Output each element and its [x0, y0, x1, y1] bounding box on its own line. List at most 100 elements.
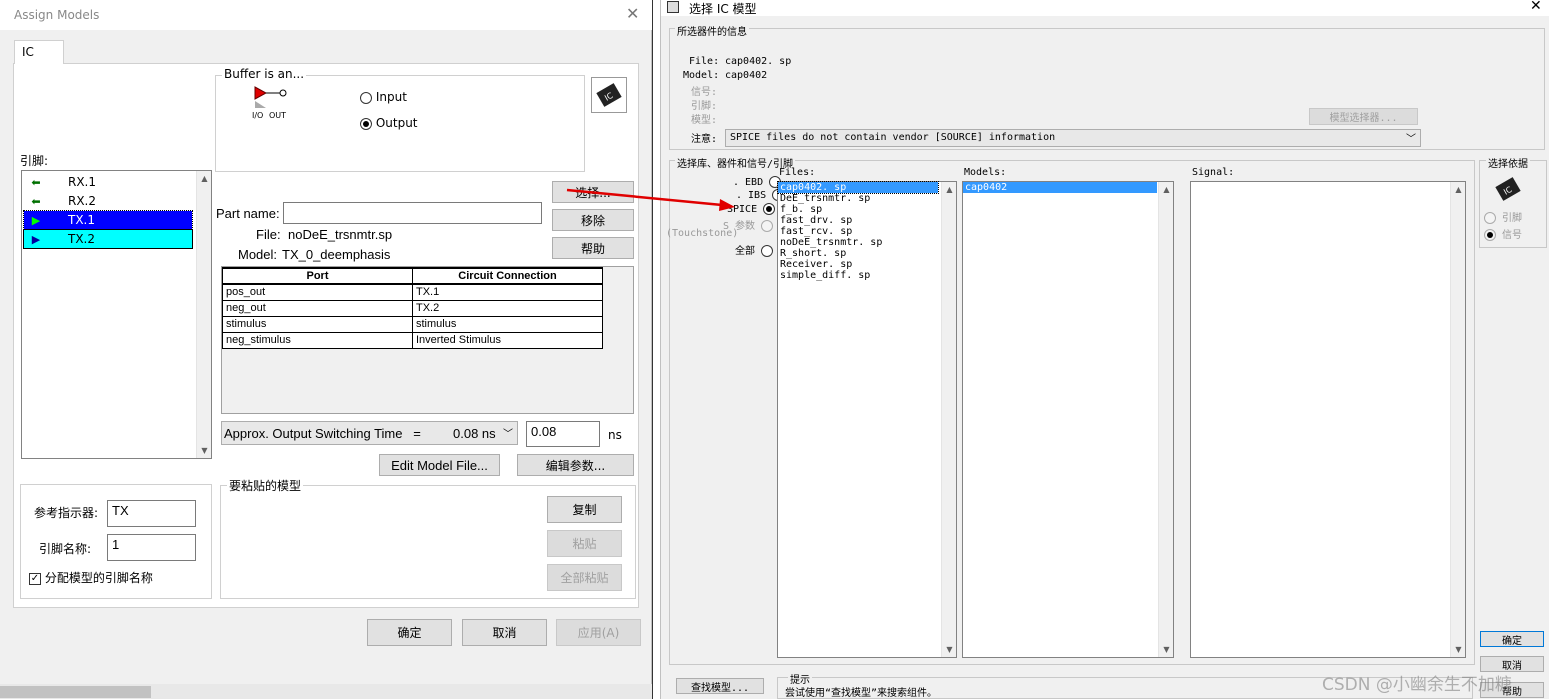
switch-time-select[interactable]: Approx. Output Switching Time = 0.08 ns …: [221, 421, 518, 445]
part-name-input[interactable]: [283, 202, 542, 224]
basis-pin-radio[interactable]: 引脚: [1484, 209, 1522, 224]
radio-input[interactable]: Input: [360, 90, 407, 104]
scroll-down-icon[interactable]: ▼: [1159, 642, 1174, 657]
radio-output-circle[interactable]: [360, 117, 372, 130]
radio-spice-circle[interactable]: [763, 203, 776, 215]
pin-item-rx2[interactable]: ⬅ RX.2: [24, 192, 192, 210]
background-strip: [652, 0, 660, 699]
ok-button[interactable]: 确定: [1480, 631, 1544, 647]
list-item[interactable]: cap0402: [963, 182, 1157, 193]
pins-label: 引脚:: [20, 154, 49, 168]
model-label: Model:: [238, 247, 278, 262]
list-item[interactable]: Receiver. sp: [778, 259, 956, 270]
radio-all-circle[interactable]: [761, 245, 774, 257]
radio-input-circle[interactable]: [360, 91, 372, 104]
edit-params-button[interactable]: 编辑参数...: [517, 454, 634, 476]
hint-text: 尝试使用“查找模型”来搜索组件。: [785, 688, 938, 699]
ref-input[interactable]: TX: [107, 500, 196, 527]
buffer-out-icon: ▶: [31, 213, 41, 227]
list-item[interactable]: simple_diff. sp: [778, 270, 956, 281]
list-item[interactable]: R_short. sp: [778, 248, 956, 259]
edit-model-file-button[interactable]: Edit Model File...: [379, 454, 500, 476]
files-scrollbar[interactable]: ▲ ▼: [941, 182, 956, 657]
models-scrollbar[interactable]: ▲ ▼: [1158, 182, 1173, 657]
files-list[interactable]: cap0402. sp DeE_trsnmtr. sp f_b. sp fast…: [777, 181, 957, 658]
part-name-label: Part name:: [216, 206, 280, 221]
list-item[interactable]: noDeE_trsnmtr. sp: [778, 237, 956, 248]
radio-all[interactable]: 全部: [735, 242, 774, 257]
scrollbar-thumb[interactable]: [0, 686, 151, 698]
file-label: File:: [256, 227, 281, 242]
paste-button[interactable]: 粘贴: [547, 530, 622, 557]
buffer-symbol-icon: [252, 86, 292, 108]
note-dropdown[interactable]: SPICE files do not contain vendor [SOURC…: [725, 129, 1421, 147]
radio-circle[interactable]: [1484, 229, 1496, 241]
switch-time-unit: ns: [608, 428, 622, 442]
pin-item-tx2[interactable]: ▶ TX.2: [23, 229, 193, 249]
signal-label: Signal:: [1192, 167, 1235, 178]
models-list[interactable]: cap0402 ▲ ▼: [962, 181, 1174, 658]
scroll-up-icon[interactable]: ▲: [1451, 182, 1466, 197]
pins-scrollbar[interactable]: ▲ ▼: [196, 171, 211, 458]
select-button[interactable]: 选择...: [552, 181, 634, 203]
table-row[interactable]: stimulus stimulus: [222, 315, 603, 333]
ok-button[interactable]: 确定: [367, 619, 452, 646]
list-item[interactable]: DeE_trsnmtr. sp: [778, 193, 956, 204]
radio-ebd[interactable]: . EBD: [733, 176, 782, 188]
close-icon[interactable]: ✕: [1530, 0, 1542, 14]
circuit-header[interactable]: Circuit Connection: [412, 267, 603, 285]
scroll-up-icon[interactable]: ▲: [1159, 182, 1174, 197]
arrow-left-icon: ⬅: [31, 175, 41, 189]
radio-spice[interactable]: SPICE: [727, 203, 776, 215]
assign-models-dialog: Assign Models ✕ IC Buffer is an... I/O O…: [0, 0, 652, 699]
scroll-up-icon[interactable]: ▲: [942, 182, 957, 197]
port-header[interactable]: Port: [222, 267, 413, 285]
radio-circle[interactable]: [1484, 212, 1496, 224]
select-ic-model-dialog: 选择 IC 模型 ✕ 所选器件的信息 File: cap0402. sp Mod…: [660, 0, 1549, 699]
close-icon[interactable]: ✕: [626, 4, 639, 23]
help-button[interactable]: 帮助: [552, 237, 634, 259]
scroll-up-icon[interactable]: ▲: [197, 171, 212, 186]
remove-button[interactable]: 移除: [552, 209, 634, 231]
buffer-group-label: Buffer is an...: [222, 67, 307, 81]
table-row[interactable]: neg_stimulus Inverted Stimulus: [222, 331, 603, 349]
signal-list[interactable]: ▲ ▼: [1190, 181, 1466, 658]
paste-all-button[interactable]: 全部粘贴: [547, 564, 622, 591]
scroll-down-icon[interactable]: ▼: [942, 642, 957, 657]
pin-name-input[interactable]: 1: [107, 534, 196, 561]
scroll-down-icon[interactable]: ▼: [197, 443, 212, 458]
table-row[interactable]: neg_out TX.2: [222, 299, 603, 317]
radio-s-params-circle[interactable]: [761, 220, 774, 232]
list-item[interactable]: fast_drv. sp: [778, 215, 956, 226]
switch-time-input[interactable]: 0.08: [526, 421, 600, 447]
basis-signal-radio[interactable]: 信号: [1484, 226, 1522, 241]
signal-scrollbar[interactable]: ▲ ▼: [1450, 182, 1465, 657]
info-model-value: cap0402: [725, 70, 768, 81]
tab-ic[interactable]: IC: [14, 40, 64, 64]
window-title: 选择 IC 模型: [689, 2, 757, 16]
cancel-button[interactable]: 取消: [462, 619, 547, 646]
pin-item-rx1[interactable]: ⬅ RX.1: [24, 173, 192, 191]
chevron-down-icon: ﹀: [1406, 134, 1416, 145]
apply-button[interactable]: 应用(A): [556, 619, 641, 646]
scroll-down-icon[interactable]: ▼: [1451, 642, 1466, 657]
file-value: noDeE_trsnmtr.sp: [288, 227, 393, 242]
io-label: I/O: [252, 111, 264, 120]
pins-list[interactable]: ⬅ RX.1 ⬅ RX.2 ▶ TX.1 ▶ TX.2 ▲ ▼: [21, 170, 212, 459]
list-item[interactable]: fast_rcv. sp: [778, 226, 956, 237]
list-item[interactable]: f_b. sp: [778, 204, 956, 215]
radio-output[interactable]: Output: [360, 116, 418, 130]
model-value: TX_0_deemphasis: [282, 247, 391, 262]
pin-item-tx1[interactable]: ▶ TX.1: [23, 210, 193, 230]
info-file-label: File:: [689, 56, 720, 67]
model-selector-button[interactable]: 模型选择器...: [1309, 108, 1418, 125]
list-item[interactable]: cap0402. sp: [777, 181, 939, 194]
table-row[interactable]: pos_out TX.1: [222, 283, 603, 301]
copy-button[interactable]: 复制: [547, 496, 622, 523]
find-model-button[interactable]: 查找模型...: [676, 678, 764, 694]
checkbox-checked-icon[interactable]: ✓: [29, 572, 41, 585]
info-file-value: cap0402. sp: [725, 56, 792, 67]
assign-pin-names-checkbox[interactable]: ✓ 分配模型的引脚名称: [29, 569, 153, 586]
horizontal-scrollbar[interactable]: [0, 684, 652, 699]
ports-table[interactable]: Port Circuit Connection pos_out TX.1 neg_…: [222, 267, 603, 349]
